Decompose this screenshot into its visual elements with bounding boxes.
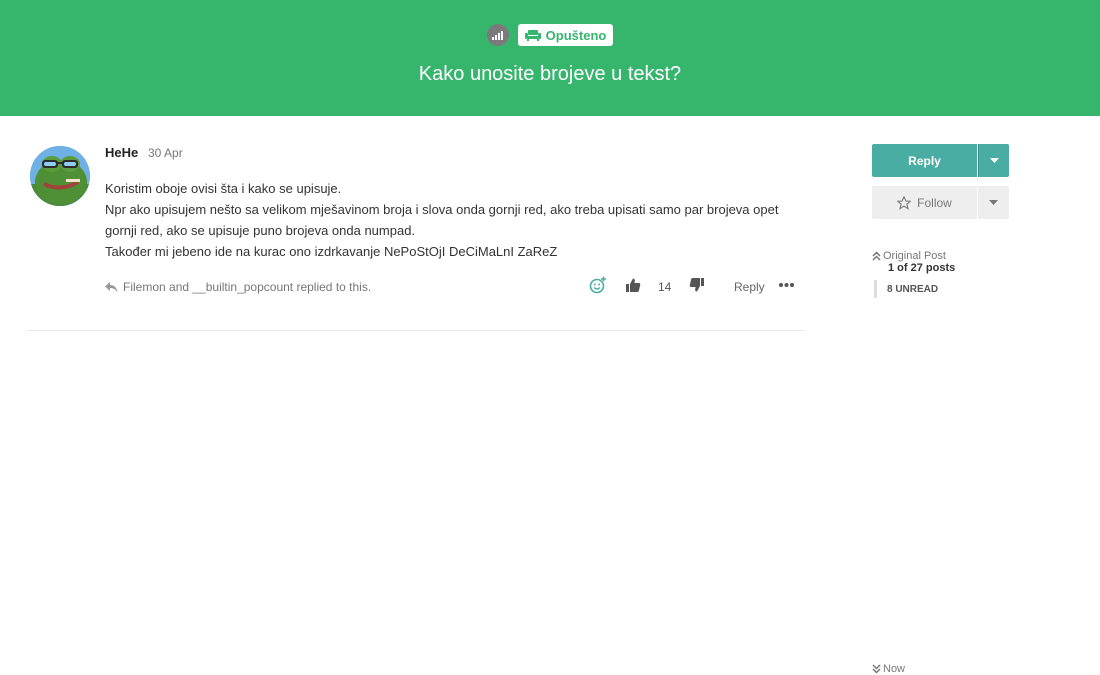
double-chevron-down-icon [872, 664, 881, 674]
discussion-hero: Opušteno Kako unosite brojeve u tekst? [0, 0, 1100, 116]
add-emoji-icon[interactable] [589, 276, 607, 294]
discussion-badges: Opušteno [0, 24, 1100, 46]
couch-icon [524, 30, 541, 41]
thumbs-up-icon[interactable] [625, 277, 641, 293]
post-author[interactable]: HeHe [105, 145, 138, 160]
post-position: 1 of 27 posts [888, 262, 956, 274]
reply-button-group: Reply [872, 144, 1009, 177]
post-reply-button[interactable]: Reply [734, 280, 765, 294]
replied-by[interactable]: Filemon and __builtin_popcount replied t… [105, 280, 371, 294]
post-body: Koristim oboje ovisi šta i kako se upisu… [105, 178, 795, 262]
now-label: Now [883, 663, 906, 675]
original-post-label: Original Post [883, 250, 946, 262]
discussion-title: Kako unosite brojeve u tekst? [418, 63, 682, 85]
follow-button-group: Follow [872, 186, 1009, 219]
reply-dropdown-button[interactable] [978, 144, 1009, 177]
post-divider [27, 330, 804, 331]
reply-arrow-icon [105, 281, 118, 292]
frog-avatar-image [30, 146, 90, 206]
star-icon [897, 195, 912, 210]
category-tag[interactable]: Opušteno [517, 24, 614, 46]
double-chevron-up-icon [872, 251, 881, 261]
scrubber-handle[interactable] [874, 280, 877, 298]
category-label: Opušteno [545, 27, 607, 43]
follow-button[interactable]: Follow [872, 186, 977, 219]
follow-label: Follow [917, 195, 952, 210]
post-footer: Filemon and __builtin_popcount replied t… [105, 276, 805, 296]
replied-by-text: Filemon and __builtin_popcount replied t… [123, 280, 372, 294]
follow-dropdown-button[interactable] [978, 186, 1009, 219]
vote-count: 14 [658, 280, 672, 294]
avatar[interactable] [30, 146, 90, 206]
now-link[interactable]: Now [872, 663, 905, 675]
thumbs-down-icon[interactable] [689, 277, 705, 293]
caret-down-icon [989, 200, 998, 205]
post-paragraph: Npr ako upisujem nešto sa velikom mješav… [105, 202, 779, 238]
more-icon[interactable] [779, 282, 794, 288]
original-post-link[interactable]: Original Post [872, 250, 946, 262]
post-date[interactable]: 30 Apr [148, 146, 183, 160]
unread-count[interactable]: 8 UNREAD [887, 284, 938, 295]
reply-button[interactable]: Reply [872, 144, 977, 177]
post-paragraph: Koristim oboje ovisi šta i kako se upisu… [105, 181, 342, 196]
post-paragraph: Također mi jebeno ide na kurac ono izdrk… [105, 244, 558, 259]
signal-icon [486, 24, 509, 46]
caret-down-icon [989, 158, 999, 163]
